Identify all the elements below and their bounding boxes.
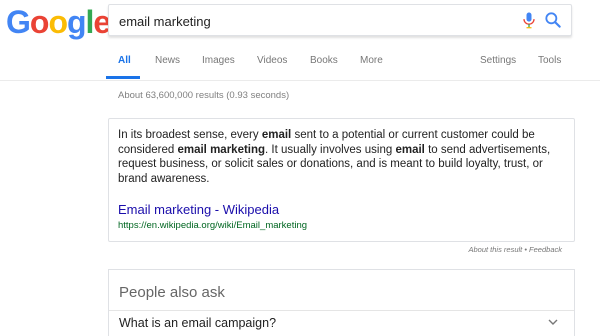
search-box — [108, 4, 572, 36]
search-header: Google All News Images Videos Books More… — [0, 0, 600, 81]
snippet-source-url: https://en.wikipedia.org/wiki/Email_mark… — [118, 220, 308, 231]
tab-videos[interactable]: Videos — [257, 55, 287, 66]
google-logo[interactable]: Google — [6, 2, 111, 42]
search-tabs: All News Images Videos Books More Settin… — [118, 55, 588, 80]
logo-letter: g — [66, 4, 87, 40]
results-count: About 63,600,000 results (0.93 seconds) — [118, 90, 290, 101]
featured-snippet: In its broadest sense, every email sent … — [108, 118, 575, 242]
people-also-ask: People also ask What is an email campaig… — [108, 269, 575, 336]
about-feedback[interactable]: About this result • Feedback — [468, 245, 562, 254]
active-tab-indicator — [106, 76, 140, 79]
tab-more[interactable]: More — [360, 55, 383, 66]
snippet-source-link[interactable]: Email marketing - Wikipedia — [118, 202, 279, 217]
tab-images[interactable]: Images — [202, 55, 235, 66]
snippet-text: In its broadest sense, every email sent … — [118, 129, 551, 185]
tab-tools[interactable]: Tools — [538, 55, 561, 66]
tab-books[interactable]: Books — [310, 55, 338, 66]
logo-letter: o — [29, 4, 50, 40]
logo-letter: o — [48, 4, 68, 40]
search-input[interactable] — [117, 9, 501, 33]
paa-title: People also ask — [119, 284, 225, 301]
search-icon[interactable] — [543, 10, 563, 30]
logo-letter: G — [6, 4, 31, 40]
tab-all[interactable]: All — [118, 55, 131, 66]
microphone-icon[interactable] — [519, 10, 539, 30]
tab-settings[interactable]: Settings — [480, 55, 516, 66]
paa-question[interactable]: What is an email campaign? — [119, 316, 276, 330]
chevron-down-icon[interactable] — [548, 317, 558, 327]
divider — [109, 310, 574, 311]
tab-news[interactable]: News — [155, 55, 180, 66]
